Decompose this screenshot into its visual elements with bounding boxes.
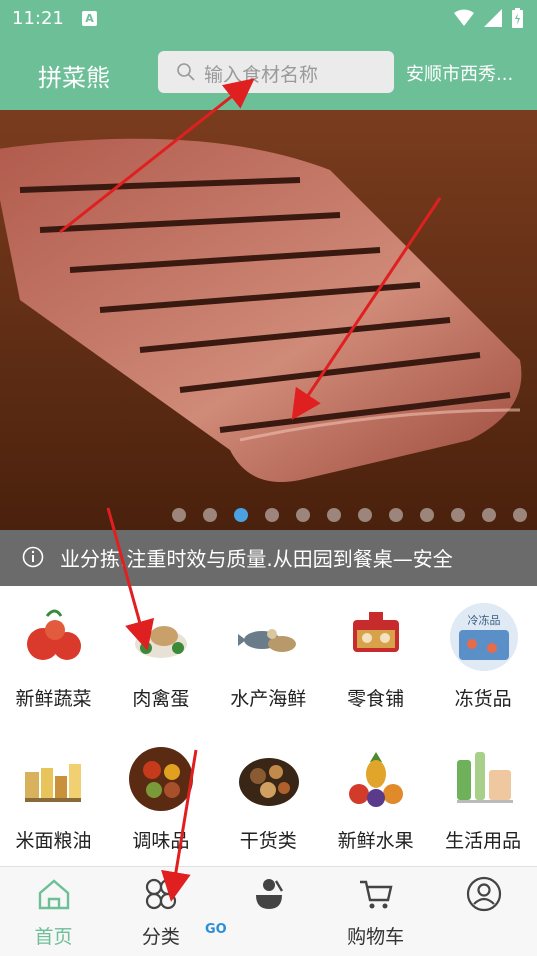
nav-tab[interactable]: 首页 (0, 867, 107, 956)
svg-text:冷冻品: 冷冻品 (467, 613, 500, 627)
nav-tab[interactable]: 购物车 (322, 867, 429, 956)
nav-tab[interactable] (430, 867, 537, 956)
brand-title: 拼菜熊 (38, 64, 110, 92)
banner-image (0, 110, 537, 530)
seasoning-icon (129, 747, 194, 811)
nav-tab[interactable] (215, 867, 322, 956)
signal-icon (484, 9, 502, 27)
carousel-dot[interactable] (420, 508, 434, 522)
category-label: 冻货品 (454, 688, 512, 710)
top-bar: 拼菜熊 输入食材名称 安顺市西秀... (0, 38, 537, 110)
category-item[interactable]: 米面粮油 (0, 728, 107, 868)
carousel-dot[interactable] (296, 508, 310, 522)
fruit-icon (349, 752, 404, 807)
category-label: 新鲜蔬菜 (15, 688, 92, 710)
category-item[interactable]: 冷冻品 冻货品 (430, 586, 537, 726)
category-item[interactable]: 新鲜蔬菜 (0, 586, 107, 726)
home-icon (38, 879, 70, 910)
nav-tab[interactable]: 分类 (107, 867, 214, 956)
meat-poultry-icon (135, 626, 188, 658)
category-label: 零食铺 (347, 688, 405, 710)
watermark: GO (205, 922, 227, 937)
wifi-icon (454, 9, 474, 26)
carousel-dot[interactable] (513, 508, 527, 522)
category-item[interactable]: 零食铺 (322, 586, 429, 726)
category-label: 生活用品 (445, 830, 522, 852)
carousel-dot[interactable] (358, 508, 372, 522)
carousel-indicator[interactable] (0, 508, 537, 522)
search-placeholder: 输入食材名称 (204, 64, 319, 86)
info-icon (22, 546, 44, 568)
frozen-goods-icon: 冷冻品 (449, 603, 518, 671)
status-time: 11:21 (12, 8, 64, 29)
battery-icon (512, 8, 523, 28)
category-label: 调味品 (132, 830, 190, 852)
category-label: 干货类 (239, 830, 297, 852)
bottom-navigation: 首页 分类 购物车 (0, 866, 537, 956)
carousel-dot[interactable] (327, 508, 341, 522)
search-icon (177, 63, 195, 81)
profile-icon (466, 876, 501, 912)
nav-tab-label: 购物车 (347, 926, 405, 948)
notice-bar[interactable]: 业分拣.注重时效与质量.从田园到餐桌—安全 (0, 530, 537, 586)
carousel-dot[interactable] (172, 508, 186, 522)
app-notification-icon: A (82, 11, 97, 26)
system-icons (454, 8, 523, 28)
carousel-dot[interactable] (451, 508, 465, 522)
category-label: 肉禽蛋 (132, 688, 190, 710)
carousel-dot[interactable] (265, 508, 279, 522)
nav-tab-label: 分类 (141, 926, 180, 948)
category-item[interactable]: 干货类 (215, 728, 322, 868)
category-item[interactable]: 调味品 (107, 728, 214, 868)
location-selector[interactable]: 安顺市西秀... (406, 60, 530, 86)
category-grid: 新鲜蔬菜 肉禽蛋 水产海鲜 零食铺 冷冻品冻货品米面粮油 调味品 干货类 新鲜水果 生活用品 (0, 586, 537, 866)
category-icon (146, 878, 177, 910)
recipe-icon (255, 879, 283, 909)
category-item[interactable]: 肉禽蛋 (107, 586, 214, 726)
nav-tab-label: 首页 (34, 926, 73, 948)
dried-goods-icon (238, 758, 299, 806)
category-item[interactable]: 新鲜水果 (322, 728, 429, 868)
snacks-icon (353, 612, 400, 652)
vegetable-icon (27, 609, 81, 660)
promo-banner[interactable] (0, 110, 537, 530)
carousel-dot[interactable] (389, 508, 403, 522)
search-input[interactable]: 输入食材名称 (158, 51, 394, 93)
carousel-dot[interactable] (482, 508, 496, 522)
notice-text: 业分拣.注重时效与质量.从田园到餐桌—安全 (60, 547, 453, 571)
category-label: 水产海鲜 (230, 688, 307, 710)
daily-goods-icon (456, 752, 513, 803)
category-item[interactable]: 水产海鲜 (215, 586, 322, 726)
seafood-icon (237, 629, 296, 652)
carousel-dot[interactable] (234, 508, 248, 522)
category-item[interactable]: 生活用品 (430, 728, 537, 868)
cart-icon (360, 880, 393, 909)
grain-oil-icon (25, 764, 81, 802)
status-bar: 11:21 A (0, 0, 537, 38)
carousel-dot[interactable] (203, 508, 217, 522)
category-label: 新鲜水果 (337, 830, 414, 852)
category-label: 米面粮油 (15, 830, 92, 852)
